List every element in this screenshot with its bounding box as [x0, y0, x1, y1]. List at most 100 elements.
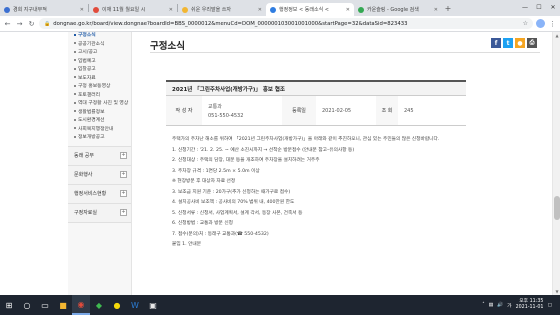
back-icon[interactable]: ←	[3, 19, 12, 28]
task-view-icon[interactable]: ▭	[36, 295, 54, 315]
tab-close-icon[interactable]: ✕	[169, 7, 173, 13]
post-view: 2021년 「그린주차사업(개방가구)」 홍보 협조 작 성 자 교통과 051…	[166, 80, 466, 253]
sidebar-sub-item[interactable]: 도시환경계선	[74, 117, 131, 126]
author-label: 작 성 자	[166, 96, 202, 125]
tab-label: 경희 지구내부적	[13, 7, 47, 13]
url-input[interactable]: 🔒 dongnae.go.kr/board/view.dongnae?board…	[39, 18, 533, 29]
ime-icon[interactable]: 가	[507, 302, 511, 309]
bookmark-star-icon[interactable]: ☆	[523, 20, 528, 27]
views-value: 245	[404, 107, 414, 114]
browser-tab-strip: 경희 지구내부적 ✕ 이재 11월 월요일 시 ✕ 쉬운 우리말을 쓰자 ✕ 행정정보 < …	[0, 0, 560, 16]
bullet-icon	[74, 59, 76, 61]
network-icon[interactable]: ▤	[489, 303, 494, 308]
sidebar-sub-item-label: 역대 구정활 사진 및 영상	[78, 101, 129, 106]
windows-start-icon[interactable]: ⊞	[0, 295, 18, 315]
sidebar-sub-item-label: 보도자료	[78, 75, 96, 81]
scrollbar-thumb[interactable]	[554, 196, 560, 220]
post-body-line: 6. 신청방법 : 교통과 방문 신청	[172, 221, 233, 226]
post-body-line: 3. 보조금 지원 기준 : 20가구(추가 신청하는 때가구로 접수)	[172, 189, 291, 195]
facebook-icon[interactable]: f	[491, 38, 501, 48]
sidebar-sub-item[interactable]: 사회복지행정안내	[74, 126, 131, 135]
web-page: 구정소식 공공기관소식 고시/공고 입법예고 입찰공고 보도자료 구정 홍보동영상 포토갤러리…	[0, 32, 552, 295]
sidebar-sub-item[interactable]: 공공기관소식	[74, 41, 131, 50]
sidebar-sub-item[interactable]: 역대 구정활 사진 및 영상	[74, 100, 131, 109]
sidebar-sub-item[interactable]: 입법예고	[74, 58, 131, 67]
sidebar-sub-item[interactable]: 포토갤러리	[74, 92, 131, 101]
browser-tab[interactable]: 이재 11월 월요일 시 ✕	[89, 3, 177, 16]
tab-close-icon[interactable]: ✕	[346, 7, 350, 13]
page-title: 구정소식	[150, 41, 185, 52]
twitter-icon[interactable]: t	[503, 38, 513, 48]
scroll-up-icon[interactable]: ▲	[553, 32, 560, 39]
share-buttons: f t ● ⎙	[491, 38, 537, 48]
sidebar-sub-item-label: 공공기관소식	[78, 41, 105, 47]
sidebar-sub-item[interactable]: 고시/공고	[74, 49, 131, 58]
post-body-line: 3. 주차장 규격 : 1면당 2.5m × 5.0m 이상	[172, 168, 260, 174]
minimize-icon[interactable]: —	[518, 0, 532, 14]
menu-dots-icon[interactable]: ⋮	[548, 19, 557, 28]
expand-plus-icon[interactable]: +	[120, 171, 127, 178]
sidebar-sub-item[interactable]: 입찰공고	[74, 66, 131, 75]
expand-plus-icon[interactable]: +	[120, 190, 127, 197]
bullet-icon	[74, 93, 76, 95]
bullet-icon	[74, 67, 76, 70]
sidebar-sub-item-label: 구정소식	[78, 33, 96, 38]
sidebar-sub-item[interactable]: 구정 홍보동영상	[74, 83, 131, 92]
print-icon[interactable]: ⎙	[527, 38, 537, 48]
browser-tab[interactable]: 행정정보 < 동래소식 < ✕	[266, 3, 354, 16]
kakao-icon[interactable]: ●	[515, 38, 525, 48]
author-phone: 051-550-4532	[208, 112, 244, 119]
close-window-icon[interactable]: ✕	[546, 0, 560, 14]
address-bar: ← → ↻ 🔒 dongnae.go.kr/board/view.dongnae…	[0, 16, 560, 32]
tab-favicon-icon	[93, 6, 99, 13]
app-icon[interactable]: ◆	[90, 295, 108, 315]
author-value: 교통과 051-550-4532	[202, 96, 282, 125]
new-tab-button[interactable]: +	[442, 4, 454, 13]
date-label: 등록일	[282, 96, 316, 125]
expand-plus-icon[interactable]: +	[120, 152, 127, 159]
word-icon[interactable]: W	[126, 295, 144, 315]
notification-icon[interactable]: ▢	[547, 303, 552, 308]
sidebar-category-label: 동래 공부	[74, 153, 94, 159]
browser-tab[interactable]: 카운슬링 - Google 검색 ✕	[354, 3, 442, 16]
browser-tab[interactable]: 경희 지구내부적 ✕	[0, 3, 88, 16]
tab-close-icon[interactable]: ✕	[80, 7, 84, 13]
chrome-icon[interactable]: ◉	[72, 295, 90, 315]
sub-menu: 구정소식공공기관소식고시/공고 입법예고 입찰공고 보도자료구정 홍보동영상 포토갤러리…	[68, 32, 131, 146]
sidebar-category[interactable]: 문화행사 +	[68, 165, 131, 185]
sidebar-category[interactable]: 동래 공부 +	[68, 146, 131, 166]
clock-date: 2021-11-01	[515, 305, 544, 310]
tab-label: 쉬운 우리말을 쓰자	[191, 7, 231, 13]
sidebar-sub-item[interactable]: 구정소식	[74, 32, 131, 41]
file-explorer-icon[interactable]: ■	[54, 295, 72, 315]
kakaotalk-icon[interactable]: ●	[108, 295, 126, 315]
tab-close-icon[interactable]: ✕	[434, 7, 438, 13]
window-icon[interactable]: ▣	[144, 295, 162, 315]
category-menu: 동래 공부 + 문화행사 + 행정서비스현황 + 구정자료실 +	[68, 145, 131, 223]
browser-tab[interactable]: 쉬운 우리말을 쓰자 ✕	[178, 3, 266, 16]
sidebar-sub-item[interactable]: 정보개방공고	[74, 134, 131, 143]
bullet-icon	[74, 84, 76, 87]
expand-plus-icon[interactable]: +	[120, 209, 127, 216]
profile-avatar[interactable]	[536, 19, 545, 28]
clock[interactable]: 오후 11:35 2021-11-01	[516, 299, 544, 311]
sidebar-category[interactable]: 구정자료실 +	[68, 203, 131, 223]
search-icon[interactable]: ○	[18, 295, 36, 315]
volume-icon[interactable]: 🔊	[497, 303, 503, 308]
reload-icon[interactable]: ↻	[27, 19, 36, 28]
sidebar-sub-item[interactable]: 생활법률정보	[74, 109, 131, 118]
bullet-icon	[74, 33, 76, 36]
tray-up-arrow-icon[interactable]: ˄	[482, 303, 484, 308]
sidebar-sub-item-label: 포토갤러리	[78, 92, 101, 98]
bullet-icon	[74, 76, 76, 78]
maximize-icon[interactable]: ☐	[532, 0, 546, 14]
post-body-line: 1. 신청기간 : '21. 2. 25. ~ 예산 소진시까지 → 선착순 방…	[172, 147, 355, 153]
sidebar-category[interactable]: 행정서비스현황 +	[68, 184, 131, 204]
tab-close-icon[interactable]: ✕	[258, 7, 262, 13]
tab-label: 행정정보 < 동래소식 <	[279, 7, 329, 13]
page-scrollbar[interactable]: ▲ ▼	[552, 32, 560, 295]
post-body-line: 2. 신청대상 : 주택의 담장, 대문 등을 개조하여 주차장을 설치하려는 …	[172, 158, 320, 163]
scroll-down-icon[interactable]: ▼	[553, 288, 560, 295]
forward-icon[interactable]: →	[15, 19, 24, 28]
sidebar-sub-item[interactable]: 보도자료	[74, 75, 131, 84]
